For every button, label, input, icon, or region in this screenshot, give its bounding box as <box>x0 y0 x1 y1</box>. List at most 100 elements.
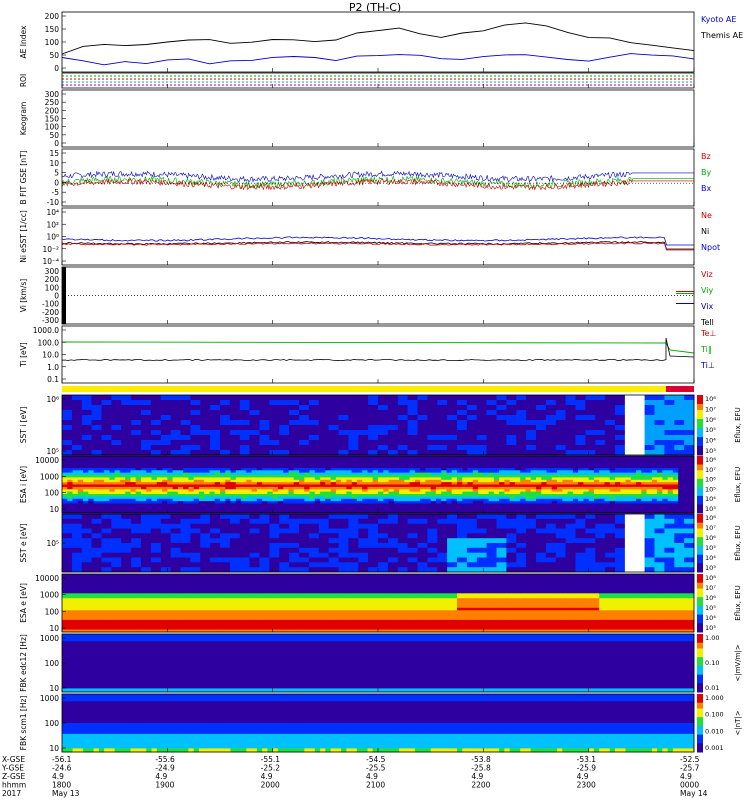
spectrogram-cell <box>651 467 658 471</box>
spectrogram-cell <box>172 472 179 476</box>
spectrogram-cell <box>662 458 669 462</box>
colorbar-tick-label: 10⁵ <box>705 426 716 434</box>
spectrogram-cell <box>351 484 358 488</box>
spectrogram-cell <box>267 486 274 490</box>
spectrogram-cell <box>625 475 632 478</box>
spectrogram-cell <box>151 475 158 478</box>
spectrogram-cell <box>98 595 105 599</box>
spectrogram-cell <box>536 528 547 534</box>
spectrogram-cell <box>314 484 321 488</box>
spectrogram-cell <box>644 415 655 421</box>
spectrogram-cell <box>130 472 137 476</box>
spectrogram-cell <box>651 463 658 466</box>
spectrogram-cell <box>551 482 558 485</box>
spectrogram-cell <box>239 400 251 406</box>
spectrogram-cell <box>93 491 100 495</box>
spectrogram-cell <box>407 518 418 524</box>
spectrogram-cell <box>651 494 658 497</box>
spectrogram-cell <box>467 463 474 466</box>
spectrogram-cell <box>251 463 258 466</box>
spectrogram-cell <box>193 456 200 459</box>
spectrogram-cell <box>93 467 100 471</box>
spectrogram-cell <box>325 465 331 469</box>
spectrogram-cell <box>229 523 241 529</box>
spectrogram-cell <box>641 472 647 476</box>
spectrogram-cell <box>304 458 310 462</box>
spectrogram-cell <box>372 491 379 495</box>
spectrogram-cell <box>180 435 191 441</box>
spectrogram-cell <box>486 435 497 441</box>
spectrogram-cell <box>567 491 574 495</box>
spectrogram-cell <box>81 400 93 406</box>
spectrogram-cell <box>119 491 126 495</box>
spectrogram-cell <box>193 482 200 485</box>
spectrogram-cell <box>170 523 181 529</box>
spectrogram-cell <box>131 552 142 558</box>
spectrogram-cell <box>72 477 79 481</box>
spectrogram-cell <box>393 467 400 471</box>
spectrogram-cell <box>506 445 517 451</box>
spectrogram-cell <box>150 518 162 524</box>
spectrogram-cell <box>555 415 567 421</box>
spectrogram-cell <box>101 528 112 534</box>
spectrogram-cell <box>588 482 595 485</box>
spectrogram-cell <box>672 465 679 469</box>
spectrogram-cell <box>262 463 268 466</box>
spectrogram-cell <box>641 475 647 478</box>
spectrogram-cell <box>420 494 426 497</box>
spectrogram-cell <box>417 450 428 456</box>
spectrogram-cell <box>318 430 330 436</box>
spectrogram-cell <box>335 475 342 478</box>
spectrogram-cell <box>190 415 201 421</box>
spectrogram-cell <box>251 501 258 504</box>
spectrogram-cell <box>348 440 359 446</box>
spectrogram-cell <box>81 543 93 549</box>
spectrogram-cell <box>674 425 685 431</box>
spectrogram-cell <box>420 465 426 469</box>
spectrogram-cell <box>67 619 73 623</box>
spectrogram-cell <box>615 543 626 549</box>
spectrogram-cell <box>447 435 458 441</box>
spectrogram-cell <box>387 450 399 456</box>
spectrogram-cell <box>641 477 647 481</box>
spectrogram-cell <box>430 472 437 476</box>
spectrogram-cell <box>526 435 537 441</box>
spectrogram-cell <box>583 465 590 469</box>
spectrogram-cell <box>641 456 647 459</box>
spectrogram-cell <box>351 482 358 485</box>
spectrogram-cell <box>688 458 695 462</box>
spectrogram-cell <box>188 472 195 476</box>
spectrogram-cell <box>427 450 438 456</box>
spectrogram-cell <box>230 501 237 504</box>
spectrogram-cell <box>225 491 231 495</box>
spectrogram-cell <box>130 456 137 459</box>
spectrogram-cell <box>372 465 379 469</box>
spectrogram-cell <box>77 482 84 485</box>
spectrogram-cell <box>279 543 290 549</box>
spectrogram-cell <box>667 467 674 471</box>
spectrogram-cell <box>62 574 68 577</box>
spectrogram-cell <box>467 477 474 481</box>
spectrogram-cell <box>604 465 611 469</box>
spectrogram-cell <box>131 440 142 446</box>
colorbar-swatch <box>697 534 703 538</box>
spectrogram-cell <box>193 503 200 507</box>
spectrogram-cell <box>516 415 527 421</box>
spectrogram-cell <box>180 514 191 520</box>
spectrogram-cell <box>135 505 142 509</box>
colorbar-swatch <box>697 493 703 497</box>
spectrogram-cell <box>493 494 500 497</box>
spectrogram-cell <box>397 440 409 446</box>
spectrogram-cell <box>71 528 83 534</box>
spectrogram-cell <box>150 400 162 406</box>
spectrogram-cell <box>88 574 94 577</box>
spectrogram-cell <box>516 514 527 520</box>
spectrogram-cell <box>146 456 152 459</box>
spectrogram-cell <box>551 475 558 478</box>
spectrogram-cell <box>486 538 497 544</box>
spectrogram-cell <box>557 472 563 476</box>
spectrogram-cell <box>588 505 595 509</box>
spectrogram-cell <box>214 465 221 469</box>
spectrogram-cell <box>488 503 495 507</box>
spectrogram-cell <box>141 472 147 476</box>
